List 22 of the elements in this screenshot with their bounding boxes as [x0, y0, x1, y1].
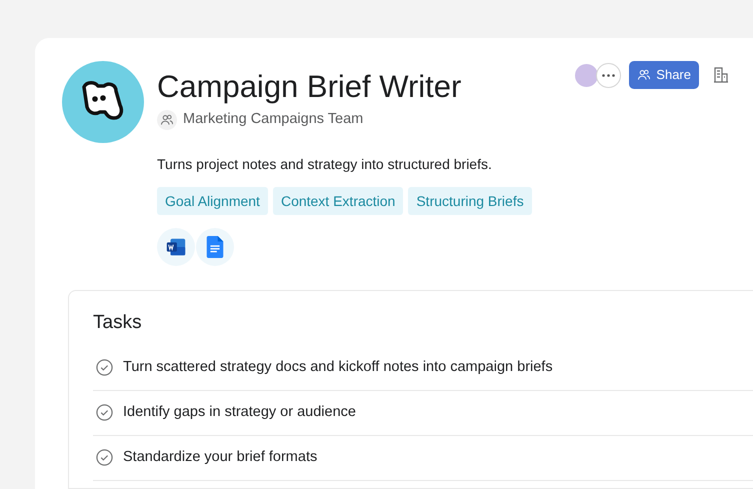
skill-tag: Structuring Briefs [408, 187, 532, 215]
more-button[interactable] [596, 62, 622, 88]
people-icon [637, 68, 652, 82]
check-circle-icon [96, 449, 113, 466]
skill-tag: Goal Alignment [157, 187, 268, 215]
more-icon [602, 74, 616, 76]
building-icon[interactable] [713, 67, 729, 83]
task-text: Identify gaps in strategy or audience [123, 402, 356, 422]
share-button[interactable]: Share [629, 61, 699, 89]
task-text: Turn scattered strategy docs and kickoff notes into campaign briefs [123, 358, 553, 377]
check-circle-icon [96, 359, 113, 376]
check-circle-icon [96, 404, 113, 421]
word-document-icon [165, 236, 187, 258]
tasks-heading: Tasks [93, 311, 143, 335]
agent-title: Campaign Brief Writer [157, 68, 462, 106]
skill-tag: Context Extraction [272, 187, 404, 215]
task-text: Standardize your brief formats [123, 448, 318, 467]
agent-description: Turns project notes and strategy into structured briefs. [157, 155, 493, 174]
document-icon [206, 236, 224, 258]
agent-logo-icon [62, 61, 144, 143]
team-name[interactable]: Marketing Campaigns Team [183, 109, 364, 131]
people-icon [160, 112, 174, 127]
